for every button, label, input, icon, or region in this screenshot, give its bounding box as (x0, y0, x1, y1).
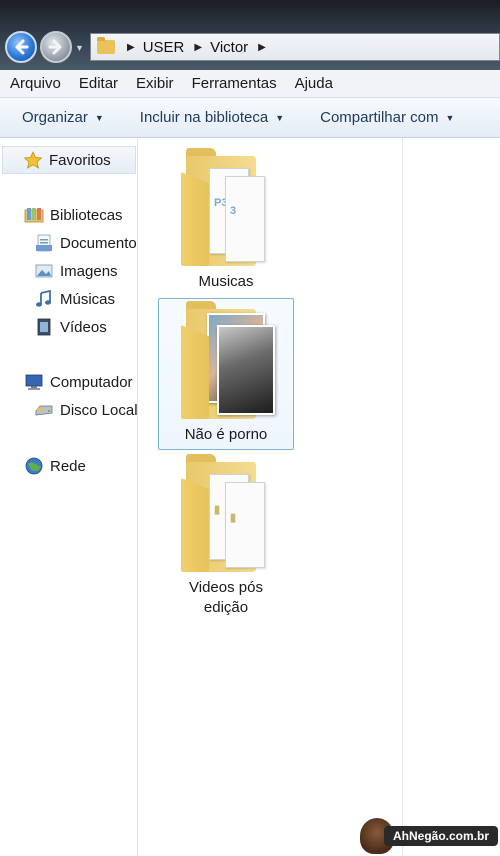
images-icon (34, 262, 54, 280)
window-title-bar: ▼ ▶ USER ▶ Victor ▶ (0, 0, 500, 70)
caret-down-icon: ▼ (445, 112, 455, 123)
organize-button[interactable]: Organizar ▼ (22, 109, 104, 126)
folder-label: Videos pós edição (189, 579, 263, 616)
nav-favorites[interactable]: Favoritos (2, 146, 136, 174)
video-icon (34, 318, 54, 336)
folder-item-videos-pos-edicao[interactable]: ▮ ▮ Videos pós edição (158, 452, 294, 622)
star-icon (23, 151, 43, 169)
nav-library-images[interactable]: Imagens (34, 262, 118, 280)
music-icon (34, 289, 54, 308)
nav-library-music-label: Músicas (60, 290, 116, 308)
nav-favorites-label: Favoritos (49, 151, 111, 169)
video-folder-icon: ▮ ▮ (181, 452, 271, 572)
nav-network-label: Rede (50, 457, 86, 475)
photo-folder-icon (181, 299, 275, 419)
nav-computer[interactable]: Computador (24, 373, 133, 391)
nav-local-disk[interactable]: Disco Local (34, 401, 138, 419)
command-toolbar: Organizar ▼ Incluir na biblioteca ▼ Comp… (0, 98, 500, 138)
preview-pane (402, 138, 500, 856)
organize-label: Organizar (22, 109, 88, 126)
recent-pages-dropdown-icon[interactable]: ▼ (75, 43, 84, 53)
nav-network[interactable]: Rede (24, 457, 86, 475)
chevron-right-icon[interactable]: ▶ (194, 42, 202, 53)
include-in-library-button[interactable]: Incluir na biblioteca ▼ (140, 109, 284, 126)
share-label: Compartilhar com (320, 109, 439, 126)
nav-libraries[interactable]: Bibliotecas (24, 206, 123, 224)
address-bar[interactable]: ▶ USER ▶ Victor ▶ (90, 33, 500, 61)
arrow-left-icon (15, 39, 29, 55)
nav-local-disk-label: Disco Local (60, 401, 138, 419)
back-button[interactable] (5, 31, 37, 63)
menu-ajuda[interactable]: Ajuda (285, 75, 341, 92)
nav-library-images-label: Imagens (60, 262, 118, 280)
hard-disk-icon (34, 401, 54, 419)
folder-label: Musicas (198, 273, 254, 290)
menu-ferramentas[interactable]: Ferramentas (182, 75, 285, 92)
photo-thumbnail (217, 325, 275, 415)
menu-arquivo[interactable]: Arquivo (0, 75, 69, 92)
nav-library-documents-label: Documentos (60, 234, 138, 252)
menu-exibir[interactable]: Exibir (126, 75, 182, 92)
computer-icon (24, 373, 44, 391)
folder-label: Não é porno (184, 426, 268, 443)
watermark: AhNegão.com.br (360, 818, 498, 854)
folder-item-musicas[interactable]: P3 3 Musicas (158, 146, 294, 298)
arrow-right-icon (48, 39, 62, 55)
nav-library-videos-label: Vídeos (60, 318, 107, 336)
forward-button[interactable] (40, 31, 72, 63)
caret-down-icon: ▼ (275, 112, 285, 123)
navigation-pane[interactable]: Favoritos Bibliotecas Documentos Imagens… (0, 138, 138, 856)
file-list-pane[interactable]: P3 3 Musicas Não é porno ▮ ▮ Videos pós … (138, 138, 402, 856)
folder-item-nao-e-porno[interactable]: Não é porno (158, 298, 294, 450)
menu-bar: Arquivo Editar Exibir Ferramentas Ajuda (0, 70, 500, 98)
nav-library-documents[interactable]: Documentos (34, 234, 138, 252)
network-globe-icon (24, 457, 44, 475)
include-label: Incluir na biblioteca (139, 109, 269, 126)
folder-icon (97, 37, 115, 54)
chevron-right-icon[interactable]: ▶ (258, 42, 266, 53)
library-icon (24, 206, 44, 224)
share-with-button[interactable]: Compartilhar com ▼ (320, 109, 454, 126)
nav-library-music[interactable]: Músicas (34, 289, 116, 308)
music-folder-icon: P3 3 (181, 146, 271, 266)
breadcrumb-victor[interactable]: Victor (210, 39, 248, 56)
documents-icon (34, 234, 54, 252)
nav-library-videos[interactable]: Vídeos (34, 318, 107, 336)
nav-computer-label: Computador (50, 373, 133, 391)
chevron-right-icon[interactable]: ▶ (127, 42, 135, 53)
menu-editar[interactable]: Editar (69, 75, 126, 92)
caret-down-icon: ▼ (94, 112, 104, 123)
watermark-text: AhNegão.com.br (384, 826, 498, 846)
nav-libraries-label: Bibliotecas (50, 206, 123, 224)
breadcrumb-user[interactable]: USER (143, 39, 185, 56)
